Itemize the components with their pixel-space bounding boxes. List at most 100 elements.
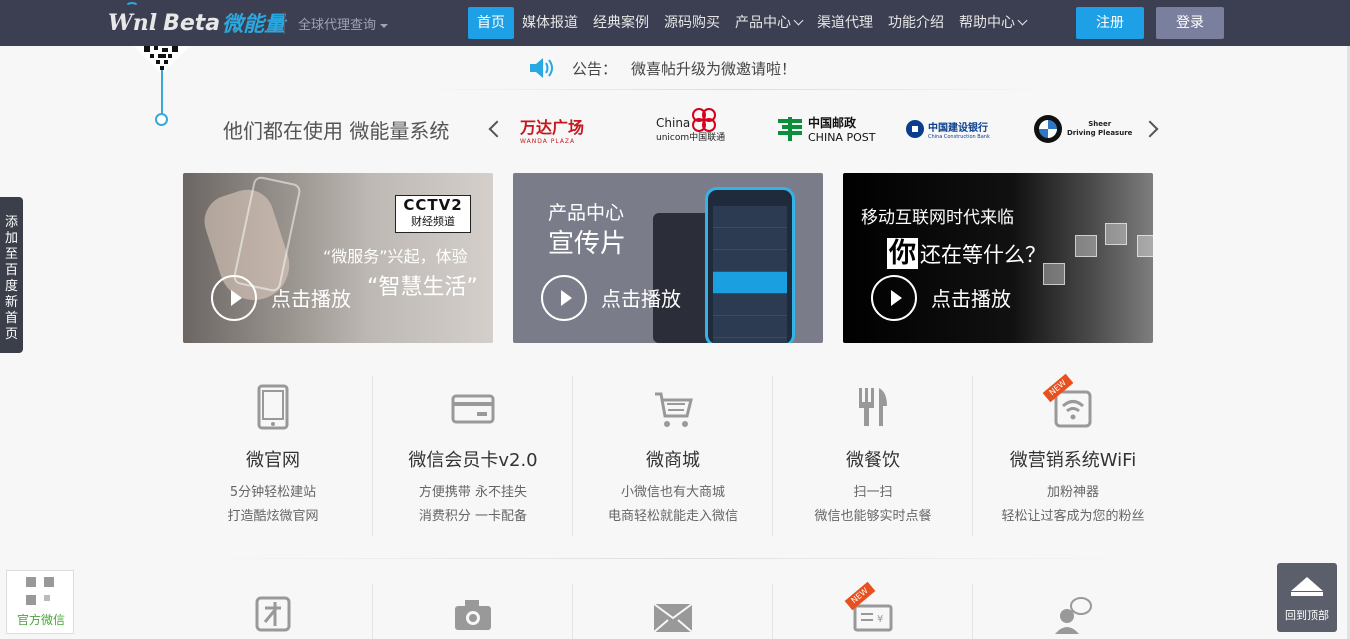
side-tab-char: 添 [4, 215, 18, 230]
feature-row2-item[interactable]: ¥ NEW [773, 581, 973, 639]
nav-item-help[interactable]: 帮助中心 [952, 7, 1033, 39]
chevron-down-icon [1017, 15, 1028, 26]
nav-label: 经典案例 [593, 15, 649, 31]
partner-logo-china-post[interactable]: 中国邮政 CHINA POST [776, 108, 875, 150]
side-tab-char: 度 [4, 279, 18, 294]
logo-latin: Wnl [108, 10, 158, 36]
banner-line2: “智慧生活” [367, 275, 478, 300]
camera-icon [455, 600, 491, 630]
agent-query-dropdown[interactable]: 全球代理查询 [298, 14, 389, 33]
nav-item-cases[interactable]: 经典案例 [586, 7, 656, 39]
play-label[interactable]: 点击播放 [601, 283, 681, 312]
logo-beta: Beta [163, 10, 221, 36]
nav-item-media[interactable]: 媒体报道 [515, 7, 585, 39]
play-icon[interactable] [871, 275, 917, 321]
add-to-baidu-tab[interactable]: 添 加 至 百 度 新 首 页 [0, 197, 23, 353]
feature-desc-1: 扫一扫 [853, 485, 893, 500]
wanda-cn: 万达广场 [520, 117, 585, 137]
play-icon[interactable] [211, 275, 257, 321]
svg-text:¥: ¥ [877, 614, 883, 625]
main-nav: 首页 媒体报道 经典案例 源码购买 产品中心 渠道代理 功能介绍 帮助中心 [468, 7, 1034, 39]
nav-item-home[interactable]: 首页 [468, 7, 514, 39]
chevron-down-icon [793, 15, 804, 26]
partner-logo-unicom[interactable]: China unicom中国联通 [656, 108, 725, 150]
ccb-icon [906, 120, 924, 138]
nav-item-features[interactable]: 功能介绍 [881, 7, 951, 39]
side-tab-char: 首 [4, 311, 18, 326]
nav-label: 媒体报道 [522, 15, 578, 31]
banner-big-char: 你 [887, 238, 918, 269]
play-label[interactable]: 点击播放 [271, 283, 351, 312]
feature-desc-1: 加粉神器 [1046, 485, 1099, 500]
site-logo[interactable]: Wnl Beta 微能量 [108, 2, 286, 38]
nav-item-agents[interactable]: 渠道代理 [810, 7, 880, 39]
nav-label: 产品中心 [735, 15, 791, 31]
feature-desc-1: 方便携带 永不挂失 [418, 485, 528, 500]
video-banner-service[interactable]: CCTV2 财经频道 “微服务”兴起，体验 “智慧生活” 点击播放 [183, 173, 493, 343]
wanda-en: WANDA PLAZA [520, 137, 576, 145]
deco-square [1043, 263, 1065, 285]
arrow-up-bar [1291, 592, 1323, 596]
feature-desc-2: 微信也能够实时点餐 [814, 509, 932, 524]
register-button[interactable]: 注册 [1076, 7, 1144, 39]
back-to-top-button[interactable]: 回到顶部 [1277, 563, 1337, 632]
banner-line1: “微服务”兴起，体验 [323, 247, 468, 266]
agent-query-label: 全球代理查询 [298, 18, 377, 33]
back-to-top-label: 回到顶部 [1285, 609, 1329, 622]
banner-line1: 移动互联网时代来临 [861, 208, 1014, 228]
tablet-image [653, 213, 713, 343]
cctv2-logo: CCTV2 财经频道 [395, 195, 471, 233]
wifi-arc-icon [125, 2, 139, 12]
feature-wifi-marketing[interactable]: NEW 微营销系统WiFi 加粉神器 轻松让过客成为您的粉丝 [973, 373, 1173, 536]
announcement-text[interactable]: 微喜帖升级为微邀请啦！ [631, 58, 796, 79]
play-label[interactable]: 点击播放 [931, 283, 1011, 312]
nav-label: 首页 [477, 15, 505, 31]
bmw-line1: Sheer [1088, 120, 1112, 128]
feature-row2-item[interactable] [373, 584, 573, 639]
feature-micro-dining[interactable]: 微餐饮 扫一扫 微信也能够实时点餐 [773, 376, 973, 536]
ccb-cn: 中国建设银行 [928, 122, 988, 134]
play-icon[interactable] [541, 275, 587, 321]
feature-row2-item[interactable] [173, 584, 373, 639]
feature-micro-site[interactable]: 微官网 5分钟轻松建站 打造酷炫微官网 [173, 376, 373, 536]
logo-cn: 微能量 [222, 12, 286, 36]
partner-logo-ccb[interactable]: 中国建设银行 China Construction Bank [905, 108, 990, 150]
unicom-knot-icon [692, 108, 717, 132]
feature-title: 微营销系统WiFi [1009, 450, 1137, 471]
banner-line2: 还在等什么？ [920, 243, 1046, 267]
partner-logo-wanda[interactable]: 万达广场 WANDA PLAZA [520, 108, 584, 150]
feature-title: 微信会员卡v2.0 [408, 450, 538, 471]
official-wechat-widget[interactable]: 官方微信 [6, 570, 74, 634]
nav-item-products[interactable]: 产品中心 [728, 7, 809, 39]
deco-square [1137, 235, 1153, 257]
chevron-right-icon[interactable] [1141, 120, 1159, 138]
china-post-cn: 中国邮政 [808, 116, 857, 130]
nav-label: 功能介绍 [888, 15, 944, 31]
qr-code-icon [26, 577, 54, 605]
chat-user-icon [1055, 597, 1092, 634]
feature-title: 微餐饮 [846, 450, 900, 471]
banner-line2-wrap: 你还在等什么？ [887, 231, 1046, 270]
deco-square [1075, 235, 1097, 257]
feature-member-card[interactable]: 微信会员卡v2.0 方便携带 永不挂失 消费积分 一卡配备 [373, 376, 573, 536]
feature-micro-mall[interactable]: 微商城 小微信也有大商城 电商轻松就能走入微信 [573, 376, 773, 536]
nav-item-source[interactable]: 源码购买 [657, 7, 727, 39]
feature-row2-item[interactable] [973, 584, 1173, 639]
partner-logo-bmw[interactable]: Sheer Driving Pleasure [1034, 108, 1132, 150]
video-banner-product[interactable]: 产品中心 宣传片 点击播放 [513, 173, 823, 343]
nav-label: 帮助中心 [959, 15, 1015, 31]
side-tab-char: 加 [4, 231, 18, 246]
tablet-icon [257, 384, 289, 430]
bmw-icon [1034, 115, 1062, 143]
feature-row2-item[interactable] [573, 584, 773, 639]
video-banner-mobile[interactable]: 移动互联网时代来临 你还在等什么？ 点击播放 [843, 173, 1153, 343]
side-tab-char: 至 [4, 247, 18, 262]
login-button[interactable]: 登录 [1156, 7, 1224, 39]
speaker-icon [530, 58, 553, 78]
banner-line1: 产品中心 [548, 202, 625, 224]
chevron-left-icon[interactable] [488, 120, 506, 138]
cart-icon [655, 392, 693, 427]
arrow-up-icon [1291, 577, 1323, 591]
envelope-icon [653, 603, 693, 633]
top-navbar: Wnl Beta 微能量 全球代理查询 首页 媒体报道 经典案例 源码购买 产品… [0, 0, 1350, 46]
